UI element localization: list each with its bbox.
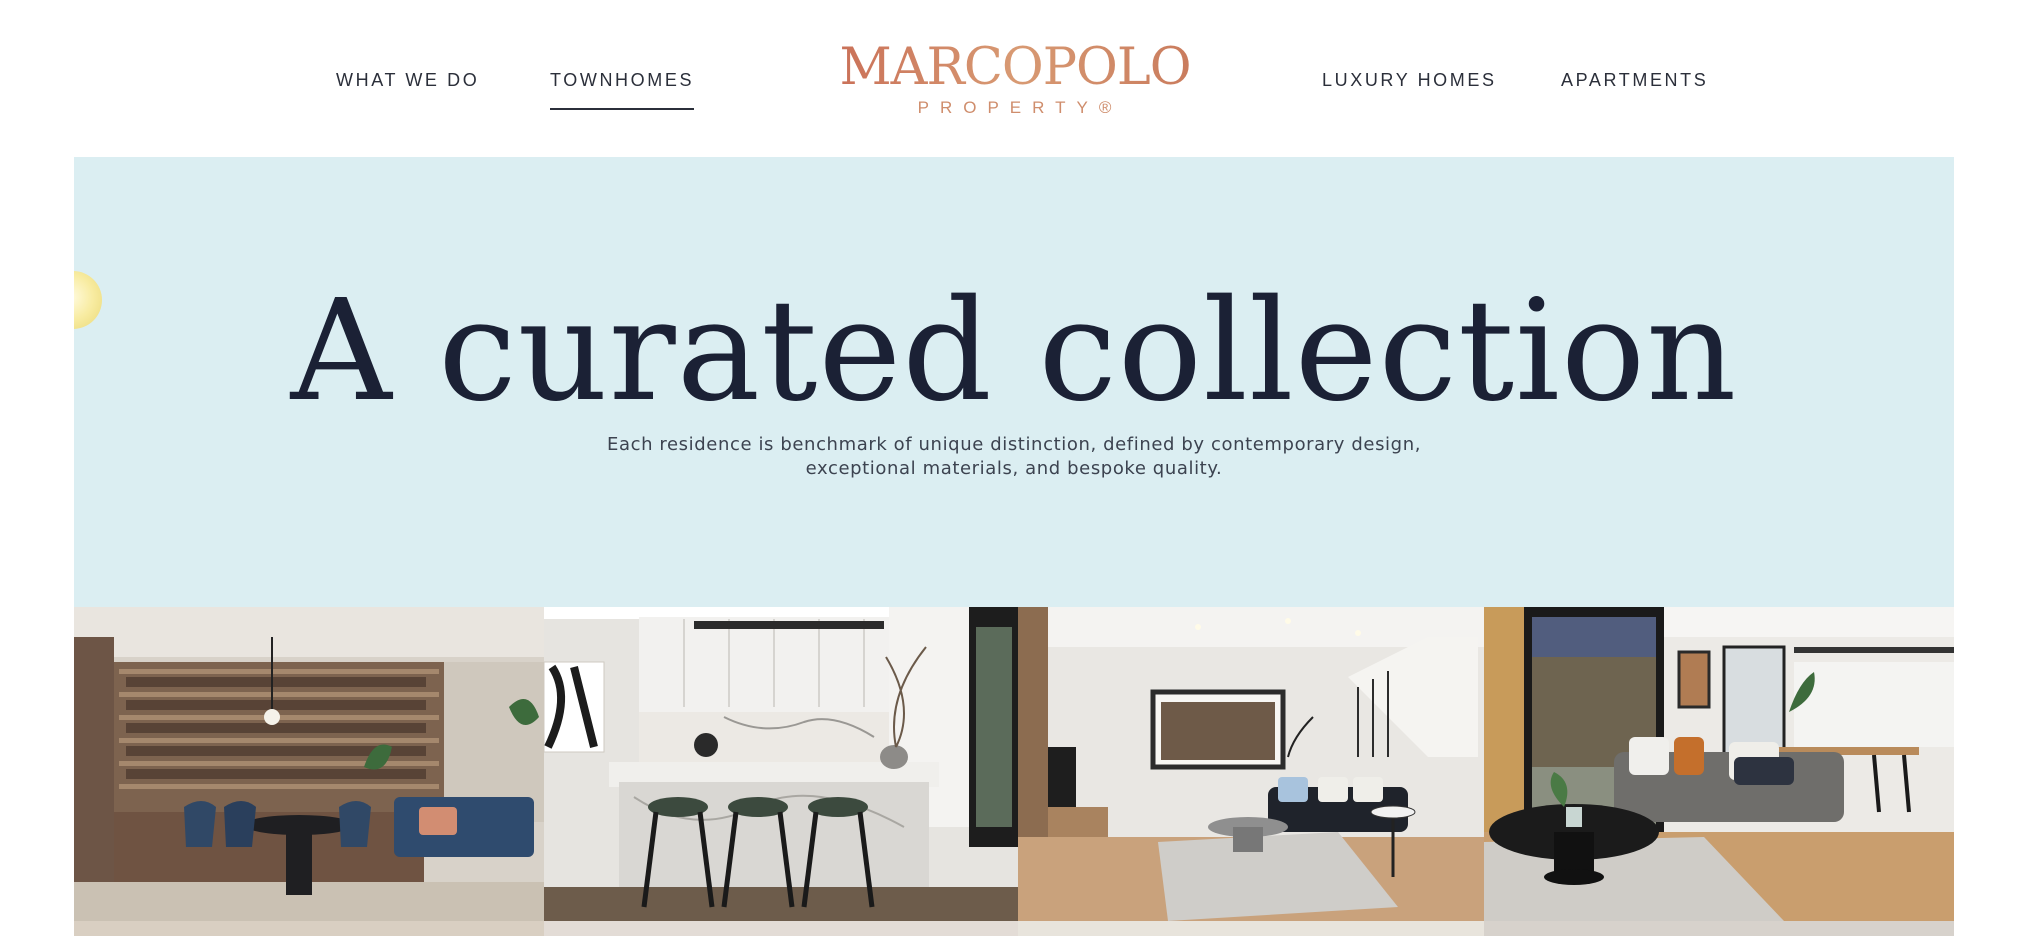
hero-subtitle-line-2: exceptional materials, and bespoke quali…	[805, 458, 1223, 479]
hero-subtitle: Each residence is benchmark of unique di…	[494, 433, 1534, 481]
gallery-next-photo-4	[1484, 921, 1954, 936]
logo-wordmark: MARCOPOLO	[830, 40, 1200, 96]
hero-subtitle-line-1: Each residence is benchmark of unique di…	[606, 434, 1422, 455]
nav-luxury-homes[interactable]: LUXURY HOMES	[1322, 70, 1497, 91]
hero-title: A curated collection	[290, 270, 1738, 433]
gallery-next-row	[74, 921, 1954, 936]
dining-room-photo[interactable]	[74, 607, 544, 921]
logo-tagline: PROPERTY®	[917, 98, 1123, 117]
logo[interactable]: MARCOPOLO PROPERTY®	[830, 40, 1200, 118]
hero-section: A curated collection Each residence is b…	[74, 157, 1954, 607]
nav-what-we-do[interactable]: WHAT WE DO	[336, 70, 479, 91]
gallery-next-photo-2	[544, 921, 1018, 936]
kitchen-photo[interactable]	[544, 607, 1018, 921]
site-header: WHAT WE DO TOWNHOMES MARCOPOLO PROPERTY®…	[0, 0, 2032, 156]
nav-townhomes[interactable]: TOWNHOMES	[550, 70, 695, 110]
gallery-next-photo-3	[1018, 921, 1484, 936]
gallery-next-photo-1	[74, 921, 544, 936]
living-room-photo[interactable]	[1018, 607, 1484, 921]
nav-apartments[interactable]: APARTMENTS	[1561, 70, 1708, 91]
gallery	[74, 607, 1954, 921]
lounge-photo[interactable]	[1484, 607, 1954, 921]
